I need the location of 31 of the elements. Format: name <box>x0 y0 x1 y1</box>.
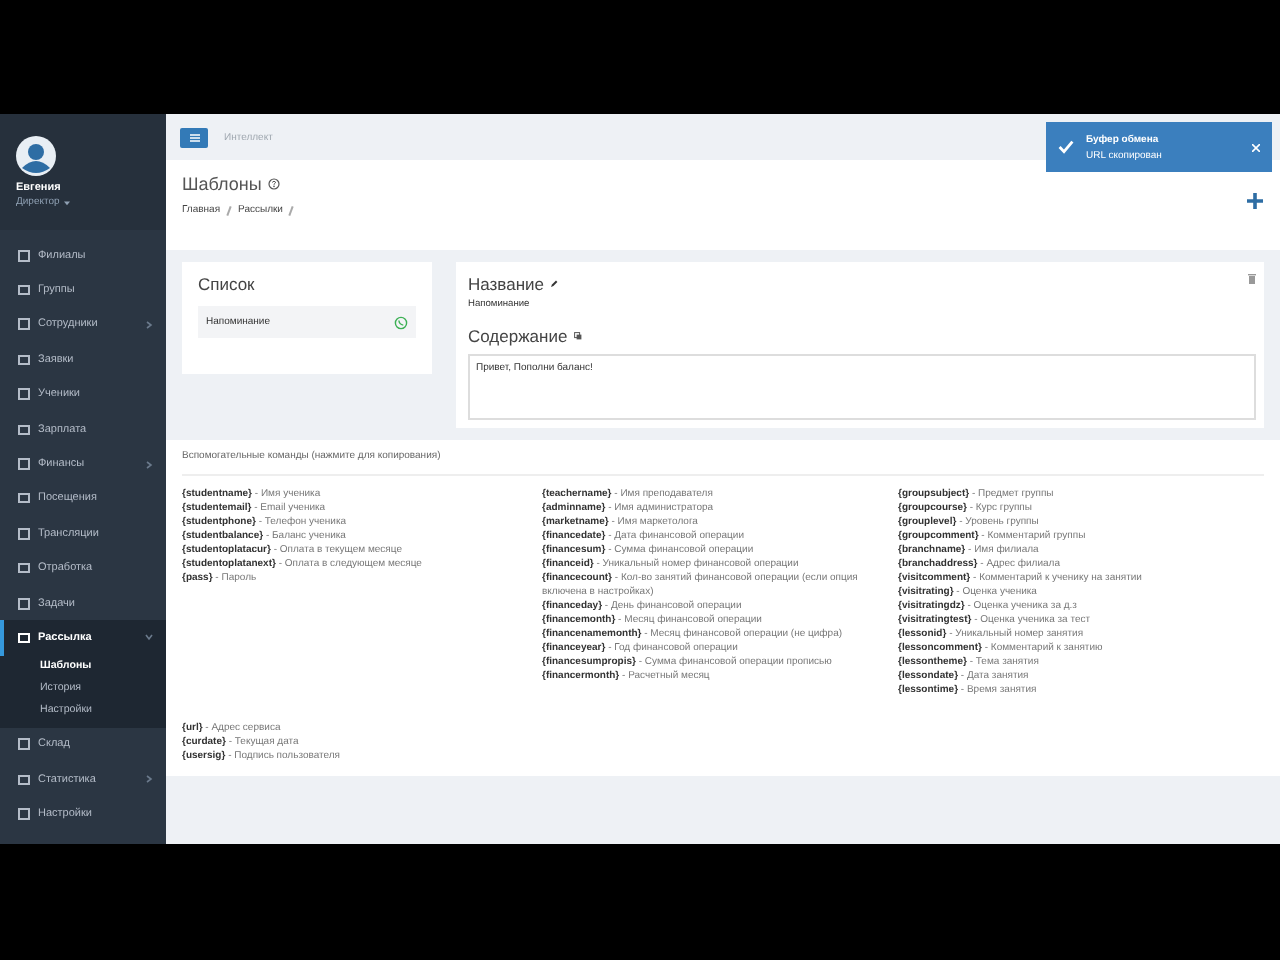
menu-item-icon <box>18 808 30 821</box>
menu-item-icon <box>18 388 30 401</box>
pencil-icon[interactable] <box>549 280 558 288</box>
close-button[interactable] <box>1250 141 1262 153</box>
menu-item-icon <box>18 597 30 610</box>
menu-button[interactable] <box>180 127 208 147</box>
phone-chat-icon <box>394 315 408 329</box>
trash-icon[interactable] <box>1248 274 1256 284</box>
menu-icon <box>189 133 199 141</box>
help-icon[interactable] <box>267 178 280 190</box>
menu-item-icon <box>18 318 30 331</box>
menu-item-icon <box>18 527 30 540</box>
page-title: Шаблоны <box>182 174 262 194</box>
caret-icon[interactable] <box>63 199 70 205</box>
add-icon[interactable] <box>1246 192 1264 210</box>
panel-title: Список <box>198 274 257 294</box>
check-icon <box>1058 140 1074 154</box>
menu-item-icon <box>18 562 30 575</box>
name-label: Название <box>468 274 544 294</box>
menu-item-icon <box>18 631 30 644</box>
menu-item-icon <box>18 353 30 366</box>
menu-item-icon <box>18 773 30 786</box>
menu-item-icon <box>18 738 30 751</box>
menu-item-icon <box>18 249 30 262</box>
menu-item-icon <box>18 458 30 471</box>
avatar-icon <box>16 136 56 176</box>
menu-item-icon <box>18 492 30 505</box>
menu-item-icon <box>18 423 30 436</box>
menu-item-icon <box>18 284 30 297</box>
copy-icon[interactable] <box>573 332 582 340</box>
content-label: Содержание <box>468 326 568 346</box>
